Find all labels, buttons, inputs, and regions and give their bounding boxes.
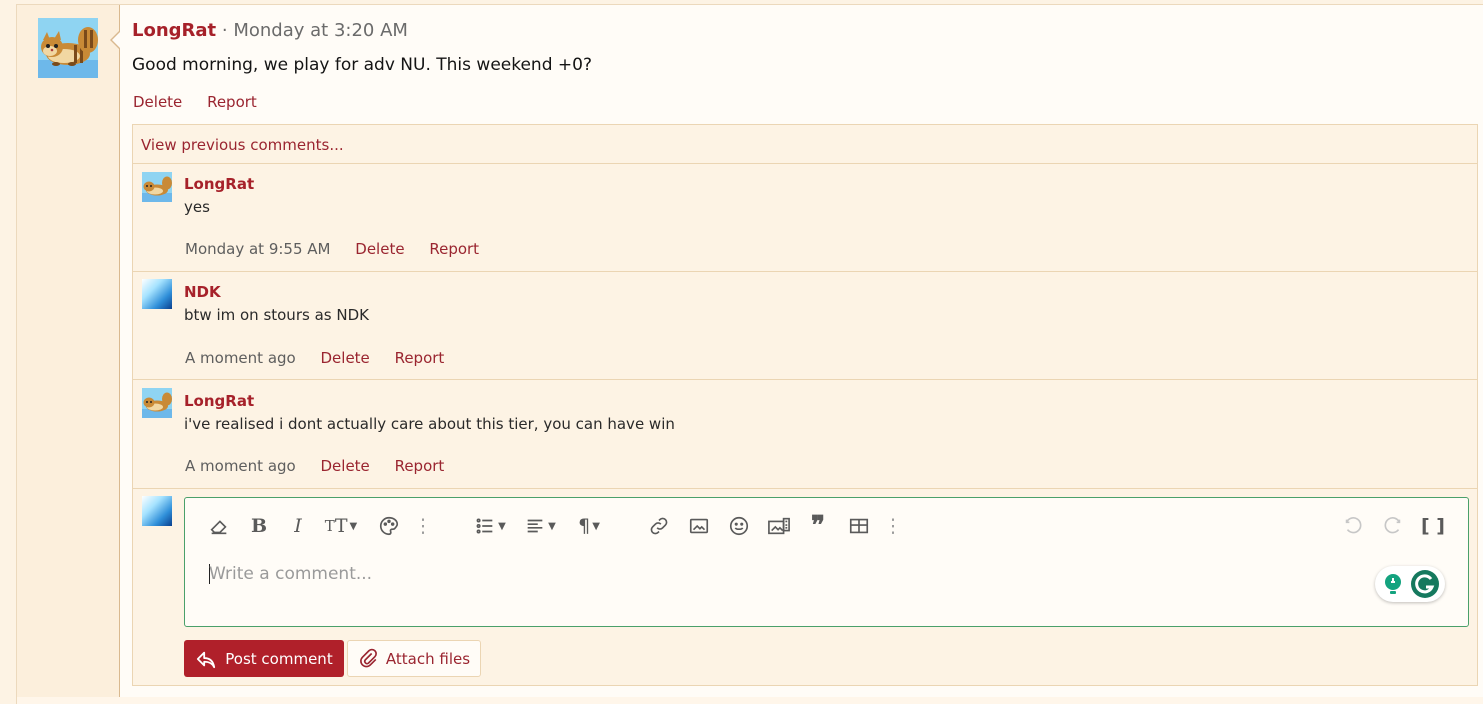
eraser-icon[interactable] <box>207 514 231 538</box>
longrat-avatar-image <box>38 18 98 78</box>
align-icon[interactable]: ▼ <box>521 514 559 538</box>
header-separator: · <box>221 20 228 41</box>
table-icon[interactable] <box>847 514 871 538</box>
bold-icon[interactable]: B <box>249 514 269 538</box>
grammarly-widget[interactable] <box>1375 566 1445 602</box>
attach-files-label: Attach files <box>385 649 471 668</box>
paragraph-icon[interactable]: ¶ ▼ <box>571 514 607 538</box>
longrat-avatar-image <box>142 172 172 202</box>
post-report-link[interactable]: Report <box>207 93 257 111</box>
comment-report-link[interactable]: Report <box>429 240 479 258</box>
post-avatar[interactable] <box>38 18 98 78</box>
comment-time[interactable]: A moment ago <box>185 349 296 367</box>
view-previous-comments-link[interactable]: View previous comments... <box>141 136 344 154</box>
comment-username[interactable]: LongRat <box>184 175 254 193</box>
post-actions: Delete Report <box>133 93 277 111</box>
divider <box>133 488 1477 489</box>
post-arrow-inner <box>112 31 121 49</box>
redo-icon[interactable] <box>1381 514 1405 538</box>
grammarly-icon <box>1385 570 1439 598</box>
post-comment-button[interactable]: Post comment <box>184 640 344 677</box>
reply-arrow-icon <box>197 651 216 668</box>
image-icon[interactable] <box>687 514 711 538</box>
smiley-icon[interactable] <box>727 514 751 538</box>
post-body: Good morning, we play for adv NU. This w… <box>132 55 592 75</box>
list-icon[interactable]: ▼ <box>471 514 509 538</box>
comment-editor[interactable]: B I T T ▼ ⋮ ▼ ▼ ¶ ▼ ❞ ⋮ [] Write a comm… <box>184 497 1469 627</box>
reply-avatar[interactable] <box>142 496 172 526</box>
divider <box>133 379 1477 380</box>
post-header: LongRat · Monday at 3:20 AM <box>132 20 408 41</box>
post-sidebar <box>17 5 120 697</box>
attach-files-button[interactable]: Attach files <box>347 640 481 677</box>
comment-meta: A moment ago Delete Report <box>185 349 464 367</box>
text-size-icon[interactable]: T T ▼ <box>321 514 361 538</box>
more-icon[interactable]: ⋮ <box>884 514 903 538</box>
comment-username[interactable]: NDK <box>184 283 221 301</box>
comment-delete-link[interactable]: Delete <box>321 349 370 367</box>
comment-meta: A moment ago Delete Report <box>185 457 464 475</box>
italic-icon[interactable]: I <box>289 514 307 538</box>
palette-icon[interactable] <box>377 514 401 538</box>
comment-time[interactable]: A moment ago <box>185 457 296 475</box>
longrat-avatar-image <box>142 388 172 418</box>
post-timestamp[interactable]: Monday at 3:20 AM <box>233 20 408 41</box>
comment-avatar[interactable] <box>142 388 172 418</box>
comments-section: View previous comments... LongRat yes Mo… <box>132 124 1478 686</box>
comment-avatar[interactable] <box>142 279 172 309</box>
comment-text: yes <box>184 198 210 216</box>
quote-icon[interactable]: ❞ <box>805 511 831 541</box>
undo-icon[interactable] <box>1341 514 1365 538</box>
comment-report-link[interactable]: Report <box>395 349 445 367</box>
comment-delete-link[interactable]: Delete <box>355 240 404 258</box>
link-icon[interactable] <box>647 514 671 538</box>
divider <box>133 271 1477 272</box>
comment-username[interactable]: LongRat <box>184 392 254 410</box>
comment-avatar[interactable] <box>142 172 172 202</box>
comment-text: btw im on stours as NDK <box>184 306 369 324</box>
more-icon[interactable]: ⋮ <box>414 514 433 538</box>
comment-time[interactable]: Monday at 9:55 AM <box>185 240 330 258</box>
post-delete-link[interactable]: Delete <box>133 93 182 111</box>
divider <box>133 163 1477 164</box>
comment-input[interactable]: Write a comment... <box>209 564 372 584</box>
media-icon[interactable] <box>765 514 793 538</box>
post-comment-label: Post comment <box>225 649 333 668</box>
paperclip-icon <box>360 648 377 667</box>
comment-text: i've realised i dont actually care about… <box>184 415 675 433</box>
bbcode-icon[interactable]: [ ] <box>1421 514 1445 538</box>
post-username[interactable]: LongRat <box>132 20 216 41</box>
comment-delete-link[interactable]: Delete <box>321 457 370 475</box>
comment-meta: Monday at 9:55 AM Delete Report <box>185 240 499 258</box>
comment-report-link[interactable]: Report <box>395 457 445 475</box>
